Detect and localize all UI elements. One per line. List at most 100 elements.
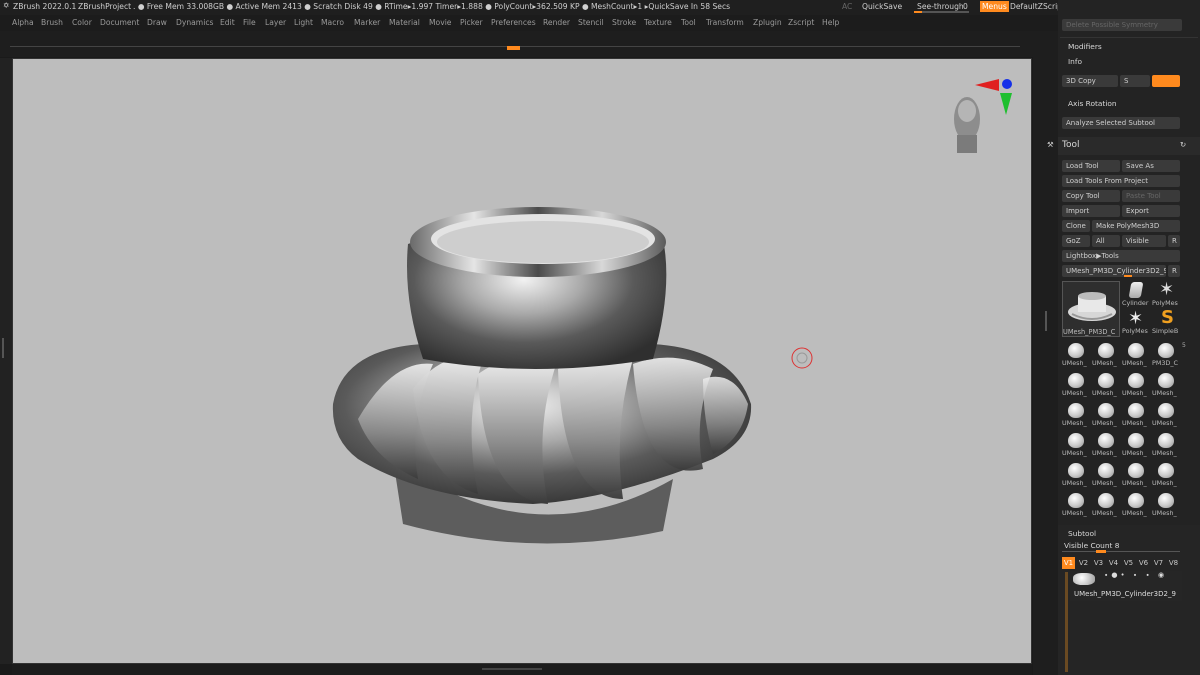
tool-thumbnail[interactable]: UMesh_ (1062, 490, 1090, 518)
axis-gizmo-icon[interactable] (975, 79, 1012, 115)
goz-button[interactable]: GoZ (1062, 235, 1090, 247)
menu-marker[interactable]: Marker (354, 18, 380, 27)
current-tool-slider[interactable]: UMesh_PM3D_Cylinder3D2_9 (1062, 265, 1166, 277)
subtool-list-scrollbar[interactable] (1065, 572, 1068, 672)
tool-thumbnail[interactable]: UMesh_ (1092, 340, 1120, 368)
analyze-subtool-button[interactable]: Analyze Selected Subtool (1062, 117, 1180, 129)
menu-render[interactable]: Render (543, 18, 570, 27)
menu-picker[interactable]: Picker (460, 18, 483, 27)
menu-document[interactable]: Document (100, 18, 139, 27)
modifiers-header[interactable]: Modifiers (1068, 42, 1102, 51)
load-tool-button[interactable]: Load Tool (1062, 160, 1120, 172)
tool-thumbnail[interactable]: UMesh_ (1062, 340, 1090, 368)
save-as-button[interactable]: Save As (1122, 160, 1180, 172)
model-viewport[interactable] (13, 59, 1033, 665)
tool-thumbnail[interactable]: UMesh_ (1122, 460, 1150, 488)
bottom-tray[interactable] (12, 664, 1032, 675)
menu-transform[interactable]: Transform (706, 18, 744, 27)
bottom-tray-handle[interactable] (482, 668, 542, 670)
tool-thumbnail[interactable]: UMesh_ (1062, 400, 1090, 428)
paste-tool-button[interactable]: Paste Tool (1122, 190, 1180, 202)
visibility-tab-v5[interactable]: V5 (1122, 557, 1135, 569)
menu-preferences[interactable]: Preferences (491, 18, 536, 27)
menu-zplugin[interactable]: Zplugin (753, 18, 782, 27)
copy-tool-button[interactable]: Copy Tool (1062, 190, 1120, 202)
copy3d-button[interactable]: 3D Copy (1062, 75, 1118, 87)
right-tray[interactable] (1033, 31, 1058, 675)
menu-zscript[interactable]: Zscript (788, 18, 814, 27)
menu-tool[interactable]: Tool (681, 18, 696, 27)
import-button[interactable]: Import (1062, 205, 1120, 217)
tool-thumbnail[interactable]: UMesh_ (1122, 340, 1150, 368)
tool-thumbnail[interactable]: PM3D_C (1152, 340, 1180, 368)
export-button[interactable]: Export (1122, 205, 1180, 217)
shelf-marker[interactable] (507, 46, 520, 50)
info-header[interactable]: Info (1068, 57, 1082, 66)
tool-thumbnail[interactable]: UMesh_ (1122, 430, 1150, 458)
tool-thumbnail[interactable]: UMesh_ (1152, 460, 1180, 488)
lightbox-tools-button[interactable]: Lightbox▶Tools (1062, 250, 1180, 262)
clone-button[interactable]: Clone (1062, 220, 1090, 232)
tool-thumbnail[interactable]: UMesh_ (1152, 370, 1180, 398)
menu-layer[interactable]: Layer (265, 18, 286, 27)
axis-rotation-header[interactable]: Axis Rotation (1068, 99, 1117, 108)
tray-collapse-icon[interactable] (2, 338, 8, 358)
tool-thumbnail[interactable]: UMesh_ (1152, 400, 1180, 428)
tray-collapse-icon-right[interactable] (1041, 311, 1047, 331)
menu-edit[interactable]: Edit (220, 18, 235, 27)
menu-alpha[interactable]: Alpha (12, 18, 34, 27)
tool-thumbnail[interactable]: UMesh_ (1062, 370, 1090, 398)
menu-draw[interactable]: Draw (147, 18, 167, 27)
goz-visible-button[interactable]: Visible (1122, 235, 1166, 247)
copy3d-slider[interactable] (1152, 75, 1180, 87)
visible-count-track[interactable] (1062, 550, 1180, 553)
left-tray[interactable] (0, 58, 12, 664)
visibility-tab-v6[interactable]: V6 (1137, 557, 1150, 569)
quicksave-button[interactable]: QuickSave (862, 2, 902, 11)
ac-label[interactable]: AC (842, 2, 852, 11)
menu-stroke[interactable]: Stroke (612, 18, 636, 27)
menu-help[interactable]: Help (822, 18, 839, 27)
goz-all-button[interactable]: All (1092, 235, 1120, 247)
menu-macro[interactable]: Macro (321, 18, 344, 27)
make-polymesh-button[interactable]: Make PolyMesh3D (1092, 220, 1180, 232)
orientation-head-icon[interactable] (954, 97, 980, 153)
visibility-tab-v8[interactable]: V8 (1167, 557, 1180, 569)
menu-stencil[interactable]: Stencil (578, 18, 604, 27)
reset-icon[interactable]: ↻ (1180, 140, 1186, 149)
menu-dynamics[interactable]: Dynamics (176, 18, 213, 27)
delete-possible-symmetry-button[interactable]: Delete Possible Symmetry (1062, 19, 1182, 31)
visibility-tab-v2[interactable]: V2 (1077, 557, 1090, 569)
subtool-item[interactable]: ∙●• ∙ ∙ ◉ UMesh_PM3D_Cylinder3D2_9 (1070, 571, 1182, 601)
goz-r-button[interactable]: R (1168, 235, 1180, 247)
menu-color[interactable]: Color (72, 18, 92, 27)
menu-light[interactable]: Light (294, 18, 313, 27)
menu-material[interactable]: Material (389, 18, 420, 27)
default-zscript-button[interactable]: DefaultZScript (1010, 2, 1065, 11)
menu-file[interactable]: File (243, 18, 256, 27)
document-canvas[interactable] (12, 58, 1032, 664)
load-tools-from-project-button[interactable]: Load Tools From Project (1062, 175, 1180, 187)
polymesh-star-thumbnail[interactable]: ✶ PolyMes (1152, 279, 1182, 309)
current-tool-r-button[interactable]: R (1168, 265, 1180, 277)
tool-thumbnail[interactable]: UMesh_ (1122, 370, 1150, 398)
visibility-tab-v7[interactable]: V7 (1152, 557, 1165, 569)
tool-thumbnail[interactable]: UMesh_ (1152, 490, 1180, 518)
tool-thumbnail[interactable]: UMesh_ (1092, 430, 1120, 458)
tool-thumbnail[interactable]: UMesh_ (1152, 430, 1180, 458)
copy3d-s-button[interactable]: S (1120, 75, 1150, 87)
visibility-tab-v4[interactable]: V4 (1107, 557, 1120, 569)
menus-toggle[interactable]: Menus (980, 1, 1009, 12)
tool-thumbnail[interactable]: UMesh_ (1062, 460, 1090, 488)
tool-thumbnail[interactable]: UMesh_ (1062, 430, 1090, 458)
polymesh-star-thumbnail-2[interactable]: ✶ PolyMes (1122, 308, 1152, 338)
tool-thumbnail[interactable]: UMesh_ (1092, 460, 1120, 488)
visible-count-slider[interactable]: Visible Count 8 (1064, 541, 1120, 550)
subtool-header[interactable]: Subtool (1068, 529, 1096, 538)
visibility-tab-v1[interactable]: V1 (1062, 557, 1075, 569)
tool-palette-title[interactable]: Tool (1062, 140, 1079, 150)
tool-thumbnail[interactable]: UMesh_ (1092, 370, 1120, 398)
menu-texture[interactable]: Texture (644, 18, 672, 27)
tool-thumbnail[interactable]: UMesh_ (1122, 490, 1150, 518)
seethrough-slider[interactable]: See-through (917, 2, 964, 11)
